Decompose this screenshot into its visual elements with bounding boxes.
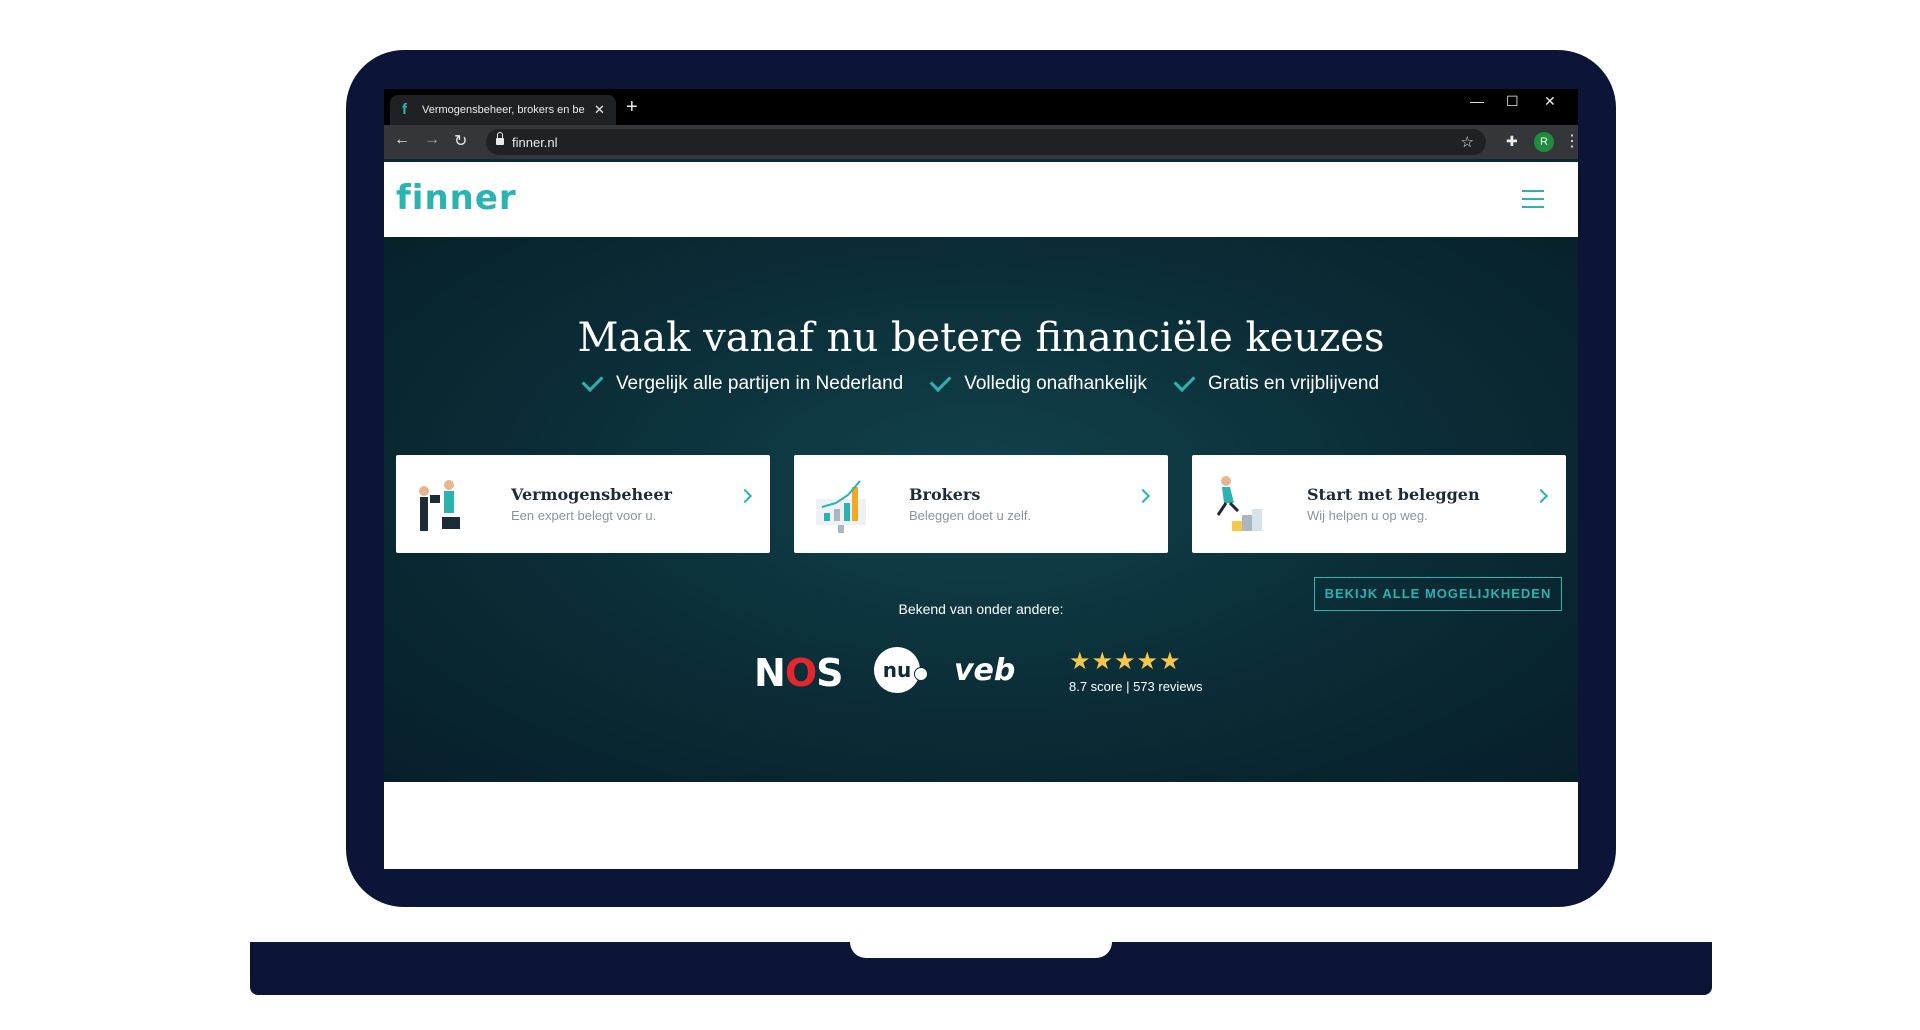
bookmark-star-icon[interactable]: ☆	[1461, 133, 1474, 151]
chevron-right-icon	[1135, 488, 1151, 504]
benefit-item: Volledig onafhankelijk	[929, 370, 1147, 395]
tab-close-icon[interactable]: ✕	[594, 102, 605, 118]
checkmark-icon	[929, 370, 952, 392]
hero-title: Maak vanaf nu betere financiële keuzes	[577, 315, 1385, 361]
card-vermogensbeheer[interactable]: Vermogensbeheer Een expert belegt voor u…	[396, 455, 770, 553]
benefits-list: Vergelijk alle partijen in Nederland Vol…	[384, 370, 1578, 395]
advisor-illustration-icon	[419, 480, 460, 531]
profile-avatar[interactable]: R	[1534, 132, 1554, 152]
rating-stars-icon: ★★★★★	[1069, 648, 1182, 675]
finner-favicon-icon: f	[402, 101, 407, 118]
checkmark-icon	[1173, 370, 1196, 392]
url-text[interactable]: finner.nl	[512, 135, 558, 150]
laptop-screen: f Vermogensbeheer, brokers en be ✕ + — ☐…	[384, 89, 1578, 869]
benefit-item: Gratis en vrijblijvend	[1173, 370, 1380, 395]
benefit-item: Vergelijk alle partijen in Nederland	[581, 370, 904, 395]
extensions-puzzle-icon[interactable]: ✚	[1506, 133, 1518, 150]
rating-score: 8.7 score | 573 reviews	[1069, 679, 1203, 694]
card-subtitle: Een expert belegt voor u.	[511, 508, 657, 523]
new-tab-button[interactable]: +	[626, 95, 638, 119]
content-area-below-hero	[384, 782, 1578, 869]
running-person-illustration-icon	[1216, 476, 1262, 531]
nu-nl-logo-dot	[914, 667, 928, 681]
benefit-label: Gratis en vrijblijvend	[1207, 373, 1380, 394]
card-title: Vermogensbeheer	[511, 485, 672, 504]
veb-logo: veb	[954, 653, 1016, 688]
tab-title: Vermogensbeheer, brokers en be	[422, 104, 585, 116]
finner-logo[interactable]: finner	[396, 178, 517, 218]
hero-section: Maak vanaf nu betere financiële keuzes V…	[384, 237, 1578, 782]
lock-icon	[496, 132, 504, 145]
benefit-label: Vergelijk alle partijen in Nederland	[615, 373, 904, 394]
browser-menu-icon[interactable]: ⋮	[1564, 131, 1578, 151]
address-bar[interactable]: finner.nl ☆	[486, 129, 1486, 155]
minimize-button[interactable]: —	[1470, 93, 1484, 109]
laptop-notch	[850, 942, 1112, 958]
known-from-label: Bekend van onder andere:	[898, 601, 1064, 617]
forward-arrow-icon[interactable]: →	[424, 131, 440, 149]
chart-screen-illustration-icon	[816, 480, 866, 533]
browser-tab-bar: f Vermogensbeheer, brokers en be ✕ + — ☐…	[384, 89, 1578, 125]
nu-nl-logo: nu	[874, 647, 920, 693]
chevron-right-icon	[1533, 488, 1549, 504]
maximize-button[interactable]: ☐	[1506, 93, 1519, 110]
reload-icon[interactable]: ↻	[454, 131, 467, 151]
benefit-label: Volledig onafhankelijk	[964, 373, 1147, 394]
hamburger-menu-icon[interactable]	[1522, 190, 1544, 214]
chevron-right-icon	[737, 488, 753, 504]
browser-toolbar: ← → ↻ finner.nl ☆ ✚ R ⋮	[384, 125, 1578, 159]
card-subtitle: Beleggen doet u zelf.	[909, 508, 1032, 523]
nos-logo: NOS	[754, 651, 844, 695]
card-start-met-beleggen[interactable]: Start met beleggen Wij helpen u op weg.	[1192, 455, 1566, 553]
back-arrow-icon[interactable]: ←	[394, 131, 410, 149]
checkmark-icon	[581, 370, 604, 392]
card-subtitle: Wij helpen u op weg.	[1307, 508, 1428, 523]
site-header: finner	[384, 159, 1578, 237]
card-title: Start met beleggen	[1307, 485, 1480, 504]
browser-tab[interactable]: f Vermogensbeheer, brokers en be ✕	[390, 95, 616, 125]
card-title: Brokers	[909, 485, 981, 504]
close-window-button[interactable]: ✕	[1544, 93, 1556, 110]
card-brokers[interactable]: Brokers Beleggen doet u zelf.	[794, 455, 1168, 553]
